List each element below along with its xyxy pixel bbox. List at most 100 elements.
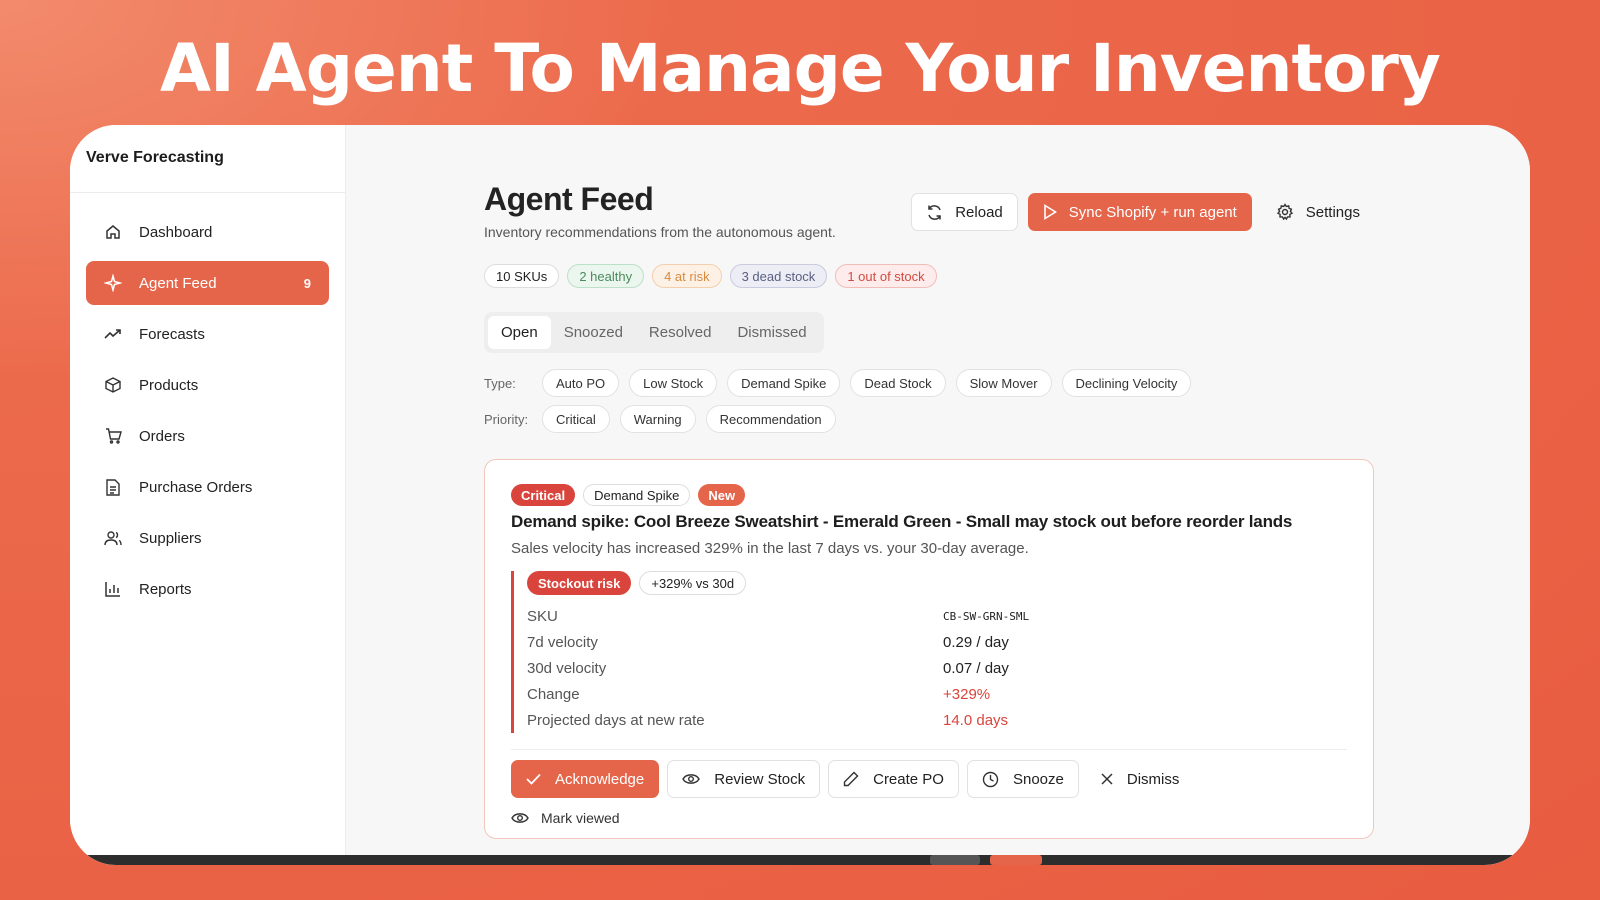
sku-count-badge: 10 SKUs (484, 264, 560, 288)
window-bottom-bar (70, 855, 1530, 865)
detail-value-change: +329% (943, 685, 991, 703)
sidebar-item-agent-feed[interactable]: Agent Feed 9 (86, 261, 329, 305)
acknowledge-label: Acknowledge (555, 770, 645, 788)
detail-key: Change (527, 685, 580, 703)
gear-icon (1276, 203, 1294, 221)
create-po-label: Create PO (873, 770, 944, 788)
dismiss-button[interactable]: Dismiss (1086, 760, 1194, 798)
tab-resolved[interactable]: Resolved (636, 316, 725, 349)
document-icon (104, 478, 122, 496)
dismiss-label: Dismiss (1126, 770, 1180, 788)
filter-slow-mover[interactable]: Slow Mover (955, 369, 1052, 397)
priority-filter-row: Priority: Critical Warning Recommendatio… (484, 405, 1374, 433)
filter-dead-stock[interactable]: Dead Stock (850, 369, 946, 397)
recommendation-card: Critical Demand Spike New Demand spike: … (484, 459, 1374, 839)
detail-key: 30d velocity (527, 659, 607, 677)
stockout-risk-badge: Stockout risk (527, 571, 632, 595)
detail-value-projected-days: 14.0 days (943, 711, 1009, 729)
filter-low-stock[interactable]: Low Stock (629, 369, 718, 397)
tab-snoozed[interactable]: Snoozed (551, 316, 636, 349)
card-title: Demand spike: Cool Breeze Sweatshirt - E… (511, 512, 1293, 531)
sidebar-item-orders[interactable]: Orders (86, 414, 329, 458)
sidebar-item-products[interactable]: Products (86, 363, 329, 407)
velocity-change-badge: +329% vs 30d (639, 571, 747, 595)
agent-feed-panel: Agent Feed Inventory recommendations fro… (484, 181, 1374, 839)
card-tags: Critical Demand Spike New (511, 484, 1347, 506)
sidebar-item-dashboard[interactable]: Dashboard (86, 210, 329, 254)
hero-title: AI Agent To Manage Your Inventory (160, 30, 1441, 107)
bar-chart-icon (104, 580, 122, 598)
sidebar-item-suppliers[interactable]: Suppliers (86, 516, 329, 560)
clock-icon (982, 771, 999, 788)
brand-name: Verve Forecasting (70, 125, 345, 193)
sidebar-item-purchase-orders[interactable]: Purchase Orders (86, 465, 329, 509)
type-filter-row: Type: Auto PO Low Stock Demand Spike Dea… (484, 369, 1374, 397)
sidebar-item-label: Agent Feed (139, 274, 217, 292)
cart-icon (104, 427, 122, 445)
close-icon (1101, 773, 1113, 785)
page-subtitle: Inventory recommendations from the auton… (484, 224, 836, 240)
sparkle-icon (104, 274, 122, 292)
review-stock-label: Review Stock (714, 770, 806, 788)
priority-badge: Critical (511, 484, 576, 506)
sidebar: Verve Forecasting Dashboard Agent Feed 9 (70, 125, 346, 865)
dead-stock-count-badge: 3 dead stock (729, 264, 828, 288)
eye-icon (511, 812, 529, 824)
play-icon (1043, 204, 1057, 220)
tab-open[interactable]: Open (488, 316, 551, 349)
page-title: Agent Feed (484, 181, 654, 217)
main-content: Agent Feed Inventory recommendations fro… (346, 125, 1530, 865)
trend-up-icon (104, 325, 122, 343)
out-of-stock-count-badge: 1 out of stock (835, 264, 937, 288)
bottom-bar-segment (930, 855, 980, 865)
snooze-button[interactable]: Snooze (966, 760, 1079, 798)
pencil-icon (843, 771, 859, 787)
detail-key: Projected days at new rate (527, 711, 705, 729)
sidebar-item-label: Dashboard (139, 223, 213, 241)
sync-shopify-button[interactable]: Sync Shopify + run agent (1027, 193, 1252, 231)
filter-warning[interactable]: Warning (619, 405, 696, 433)
reload-button[interactable]: Reload (911, 193, 1018, 231)
filter-recommendation[interactable]: Recommendation (705, 405, 836, 433)
filter-auto-po[interactable]: Auto PO (542, 369, 620, 397)
home-icon (104, 223, 122, 241)
sidebar-item-label: Products (139, 376, 199, 394)
page-header: Agent Feed Inventory recommendations fro… (484, 181, 1374, 240)
priority-filter-label: Priority: (484, 411, 529, 427)
settings-button[interactable]: Settings (1262, 193, 1374, 231)
bottom-bar-segment-accent (990, 855, 1042, 865)
detail-key: SKU (527, 607, 558, 625)
sync-label: Sync Shopify + run agent (1068, 203, 1237, 221)
sidebar-item-reports[interactable]: Reports (86, 567, 329, 611)
refresh-icon (926, 204, 943, 221)
mark-viewed-button[interactable]: Mark viewed (511, 810, 1347, 826)
box-icon (104, 376, 122, 394)
tab-dismissed[interactable]: Dismissed (724, 316, 819, 349)
inventory-summary: 10 SKUs 2 healthy 4 at risk 3 dead stock… (484, 264, 1374, 288)
detail-value-sku: CB-SW-GRN-SML (943, 609, 1030, 623)
sidebar-item-label: Suppliers (139, 529, 202, 547)
users-icon (104, 529, 122, 547)
sidebar-item-label: Purchase Orders (139, 478, 253, 496)
sidebar-item-label: Forecasts (139, 325, 205, 343)
eye-icon (682, 773, 701, 785)
acknowledge-button[interactable]: Acknowledge (511, 760, 660, 798)
settings-label: Settings (1305, 203, 1360, 221)
new-badge: New (698, 484, 746, 506)
filter-critical[interactable]: Critical (542, 405, 610, 433)
filter-demand-spike[interactable]: Demand Spike (727, 369, 841, 397)
metric-tags: Stockout risk +329% vs 30d (527, 571, 1347, 595)
create-po-button[interactable]: Create PO (828, 760, 959, 798)
detail-key: 7d velocity (527, 633, 598, 651)
detail-value-7d-velocity: 0.29 / day (943, 633, 1009, 651)
at-risk-count-badge: 4 at risk (652, 264, 722, 288)
review-stock-button[interactable]: Review Stock (667, 760, 821, 798)
check-icon (526, 773, 541, 785)
agent-feed-count-badge: 9 (303, 275, 311, 291)
sidebar-item-label: Orders (139, 427, 185, 445)
reload-label: Reload (955, 203, 1003, 221)
mark-viewed-label: Mark viewed (541, 810, 620, 826)
sidebar-item-forecasts[interactable]: Forecasts (86, 312, 329, 356)
filter-declining-velocity[interactable]: Declining Velocity (1061, 369, 1192, 397)
card-description: Sales velocity has increased 329% in the… (511, 540, 1029, 557)
